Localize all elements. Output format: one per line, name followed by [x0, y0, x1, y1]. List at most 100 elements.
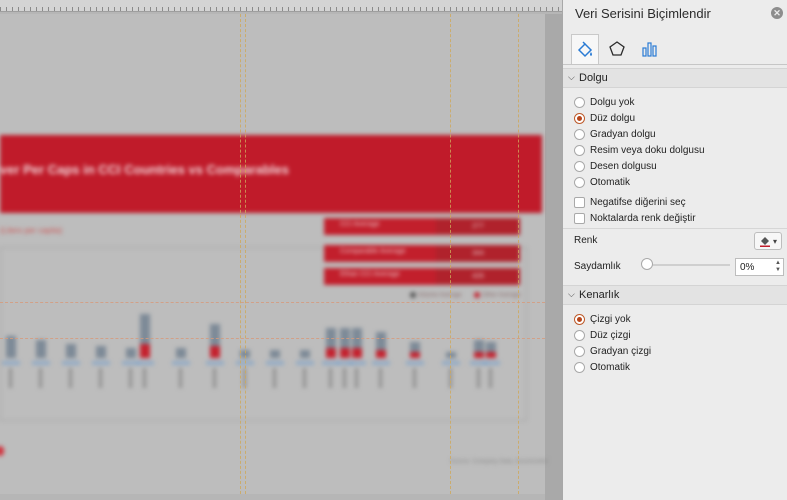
chart-bar[interactable]	[352, 328, 362, 358]
chart-bar[interactable]	[446, 352, 456, 358]
checkbox[interactable]	[574, 212, 585, 224]
category-tick	[489, 368, 492, 388]
guide-line	[240, 14, 241, 494]
radio-button[interactable]	[574, 345, 585, 357]
border-option-automatic[interactable]: Otomatik	[574, 360, 630, 374]
transparency-slider-track[interactable]	[642, 264, 730, 266]
category-tick	[413, 368, 416, 388]
chart-bar[interactable]	[340, 328, 350, 358]
radio-button[interactable]	[574, 160, 585, 172]
stepper-arrows-icon[interactable]: ▲ ▼	[775, 260, 781, 274]
bar-segment[interactable]	[66, 344, 76, 358]
option-label: Gradyan çizgi	[590, 345, 652, 357]
stat-value: 344	[436, 245, 520, 262]
vary-colors-checkbox[interactable]: Noktalarda renk değiştir	[574, 211, 696, 225]
chart-bar[interactable]	[474, 340, 484, 358]
bar-segment[interactable]	[486, 352, 496, 358]
guide-line	[245, 14, 246, 494]
option-label: Çizgi yok	[590, 313, 631, 325]
section-border-header[interactable]: ⌵ Kenarlık	[563, 285, 787, 305]
chart-bar[interactable]	[66, 344, 76, 358]
bar-segment[interactable]	[6, 336, 16, 358]
bar-segment[interactable]	[270, 350, 280, 358]
bar-segment[interactable]	[140, 314, 150, 344]
radio-button[interactable]	[574, 128, 585, 140]
horizontal-ruler	[0, 0, 562, 12]
bar-segment[interactable]	[376, 332, 386, 350]
radio-button[interactable]	[574, 329, 585, 341]
bar-segment[interactable]	[96, 346, 106, 358]
paint-bucket-icon	[759, 237, 770, 247]
chart-bar[interactable]	[270, 350, 280, 358]
radio-button[interactable]	[574, 361, 585, 373]
bar-data-label	[62, 361, 80, 365]
bar-segment[interactable]	[446, 352, 456, 358]
bar-segment[interactable]	[486, 342, 496, 352]
transparency-value[interactable]: 0%	[740, 262, 754, 273]
bar-segment[interactable]	[410, 352, 420, 358]
chart-bar[interactable]	[140, 314, 150, 358]
tab-series-options[interactable]	[635, 34, 663, 64]
chart-bar[interactable]	[126, 348, 136, 358]
transparency-slider-handle[interactable]	[641, 258, 653, 270]
fill-option-solid[interactable]: Düz dolgu	[574, 111, 635, 125]
chart-bar[interactable]	[96, 346, 106, 358]
radio-button[interactable]	[574, 313, 585, 325]
bar-segment[interactable]	[340, 348, 350, 358]
bar-data-label	[2, 361, 20, 365]
checkbox[interactable]	[574, 196, 585, 208]
radio-button[interactable]	[574, 144, 585, 156]
chart-bar[interactable]	[176, 348, 186, 358]
transparency-stepper[interactable]: 0% ▲ ▼	[735, 258, 784, 276]
fill-option-picture[interactable]: Resim veya doku dolgusu	[574, 143, 705, 157]
close-icon[interactable]: ✕	[771, 7, 783, 19]
border-option-gradient[interactable]: Gradyan çizgi	[574, 344, 651, 358]
bar-segment[interactable]	[410, 342, 420, 352]
option-label: Düz çizgi	[590, 329, 631, 341]
bar-segment[interactable]	[352, 348, 362, 358]
guide-line	[518, 14, 519, 494]
bar-segment[interactable]	[300, 350, 310, 358]
radio-button[interactable]	[574, 112, 585, 124]
chart-bar[interactable]	[326, 328, 336, 358]
canvas-edge	[545, 14, 562, 500]
category-tick	[99, 368, 102, 388]
slide-canvas[interactable]: ver Per Caps in CCI Countries vs Compara…	[0, 0, 562, 500]
chart-bar[interactable]	[6, 336, 16, 358]
tab-divider	[563, 64, 787, 65]
bar-segment[interactable]	[36, 340, 46, 358]
chart-bar[interactable]	[210, 324, 220, 358]
invert-if-negative-checkbox[interactable]: Negatifse diğerini seç	[574, 195, 686, 209]
chart-bar[interactable]	[410, 342, 420, 358]
fill-option-pattern[interactable]: Desen dolgusu	[574, 159, 657, 173]
bar-segment[interactable]	[376, 350, 386, 358]
category-tick	[343, 368, 346, 388]
chart-bar[interactable]	[486, 342, 496, 358]
bar-segment[interactable]	[474, 340, 484, 352]
radio-button[interactable]	[574, 96, 585, 108]
chart-bar[interactable]	[376, 332, 386, 358]
tab-fill-line[interactable]	[571, 34, 599, 64]
section-fill-header[interactable]: ⌵ Dolgu	[563, 68, 787, 88]
pane-title: Veri Serisini Biçimlendir	[575, 6, 711, 21]
radio-button[interactable]	[574, 176, 585, 188]
fill-option-none[interactable]: Dolgu yok	[574, 95, 634, 109]
bar-segment[interactable]	[210, 346, 220, 358]
bar-segment[interactable]	[176, 348, 186, 358]
bar-segment[interactable]	[210, 324, 220, 346]
slide-subnote: (Liters per capita)	[0, 226, 63, 235]
fill-option-automatic[interactable]: Otomatik	[574, 175, 630, 189]
color-picker-button[interactable]: ▾	[754, 232, 782, 250]
border-option-solid[interactable]: Düz çizgi	[574, 328, 631, 342]
bar-segment[interactable]	[126, 348, 136, 358]
bar-chart-icon	[642, 42, 657, 57]
option-label: Noktalarda renk değiştir	[590, 212, 696, 224]
fill-option-gradient[interactable]: Gradyan dolgu	[574, 127, 656, 141]
bar-segment[interactable]	[326, 348, 336, 358]
tab-effects[interactable]	[603, 34, 631, 64]
chart-bar[interactable]	[36, 340, 46, 358]
bar-segment[interactable]	[140, 344, 150, 358]
border-option-none[interactable]: Çizgi yok	[574, 312, 631, 326]
bar-segment[interactable]	[474, 352, 484, 358]
chart-bar[interactable]	[300, 350, 310, 358]
